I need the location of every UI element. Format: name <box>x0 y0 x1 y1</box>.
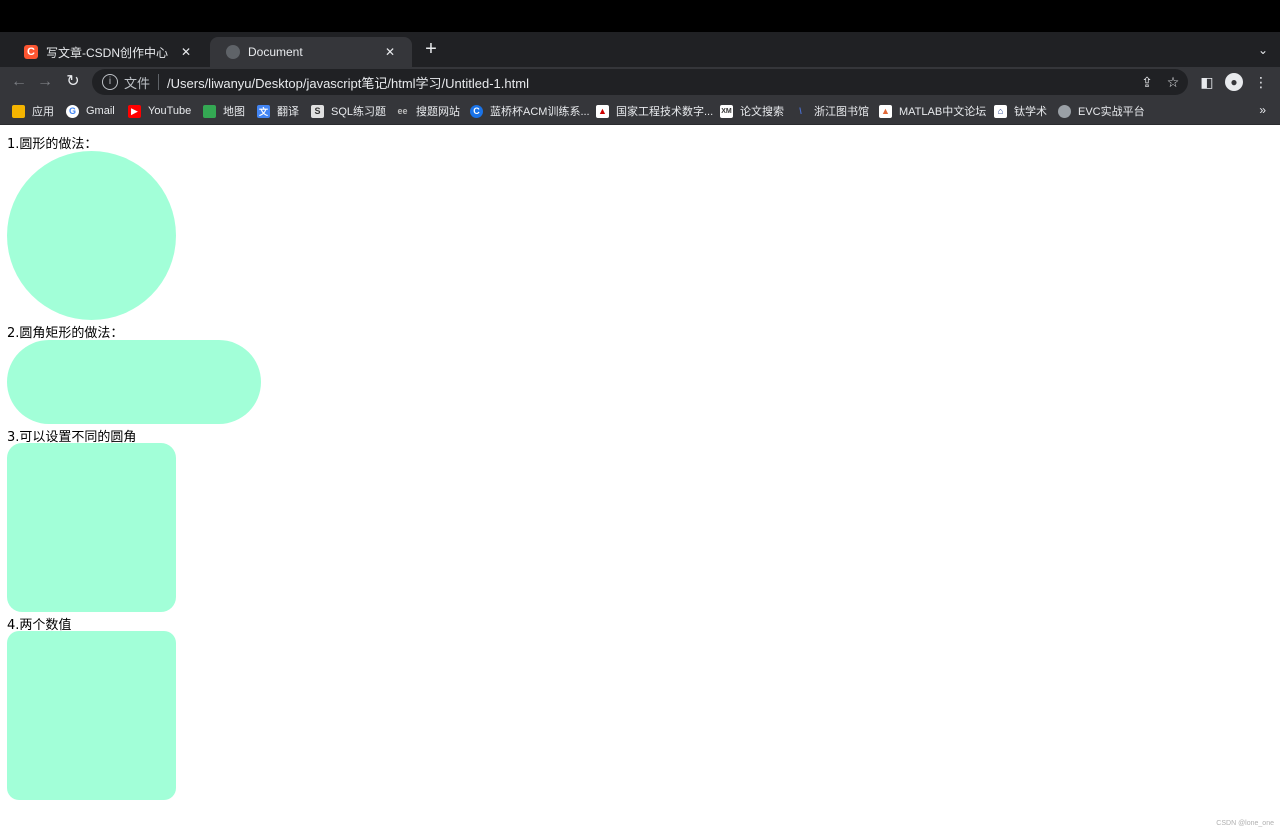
share-icon[interactable]: ⇪ <box>1136 69 1158 95</box>
side-panel-icon[interactable]: ◧ <box>1196 71 1218 93</box>
maps-icon <box>203 104 216 118</box>
tixueshu-icon: ⌂ <box>994 104 1007 118</box>
forward-arrow-icon[interactable]: → <box>34 71 56 93</box>
circle-shape <box>7 151 176 320</box>
bookmark-label: YouTube <box>148 105 192 117</box>
youtube-icon: ▶ <box>128 104 141 118</box>
apps-grid-icon <box>12 104 25 118</box>
globe-icon <box>226 45 240 59</box>
tab-document[interactable]: Document ✕ <box>210 37 412 67</box>
bookmark-item[interactable]: ▲ MATLAB中文论坛 <box>879 103 986 119</box>
csdn-logo-icon: C <box>24 45 38 59</box>
bookmark-label: 国家工程技术数字... <box>616 106 714 118</box>
bookmark-label: 应用 <box>32 106 54 118</box>
bookmark-label: EVC实战平台 <box>1078 106 1145 118</box>
bookmark-item[interactable]: XM 论文搜索 <box>720 103 784 119</box>
bookmark-item[interactable]: ▲ 国家工程技术数字... <box>596 103 713 119</box>
divider <box>158 74 160 90</box>
page-content: 1.圆形的做法： 2.圆角矩形的做法： 3.可以设置不同的圆角 4.两个数值 C… <box>0 125 1280 831</box>
bookmark-label: 钛学术 <box>1014 106 1047 118</box>
engineering-library-icon: ▲ <box>596 104 609 118</box>
paper-search-icon: XM <box>720 104 733 118</box>
tab-title: 写文章-CSDN创作中心 <box>46 45 168 60</box>
tab-strip: C 写文章-CSDN创作中心 ✕ Document ✕ <box>0 32 1280 67</box>
google-icon: G <box>66 104 79 118</box>
info-icon[interactable]: i <box>102 74 118 90</box>
bookmark-item[interactable]: \ 浙江图书馆 <box>794 103 869 119</box>
bookmark-item[interactable]: 地图 <box>203 103 245 119</box>
zhejiang-library-icon: \ <box>794 104 807 118</box>
profile-icon[interactable]: ● <box>1225 73 1243 91</box>
bookmark-item[interactable]: C 蓝桥杯ACM训练系... <box>470 103 590 119</box>
url-text[interactable]: /Users/liwanyu/Desktop/javascript笔记/html… <box>167 73 1188 92</box>
bookmark-label: SQL练习题 <box>331 106 387 118</box>
globe-icon <box>1058 104 1071 118</box>
new-tab-button[interactable]: + <box>420 38 442 60</box>
translate-icon: 文 <box>257 104 270 118</box>
star-icon[interactable]: ☆ <box>1162 69 1184 95</box>
tab-title: Document <box>248 45 303 59</box>
bookmark-item[interactable]: ⌂ 钛学术 <box>994 103 1047 119</box>
bookmark-label: 搜题网站 <box>416 106 460 118</box>
reload-icon[interactable]: ↻ <box>62 71 84 93</box>
bookmark-item[interactable]: ▶ YouTube <box>128 103 191 119</box>
watermark: CSDN @lone_one <box>1216 820 1274 827</box>
bookmark-item[interactable]: ee 搜题网站 <box>396 103 460 119</box>
lanqiao-icon: C <box>470 104 483 118</box>
bookmark-item[interactable]: 文翻译 <box>257 103 299 119</box>
bookmark-item[interactable]: G Gmail <box>66 103 115 119</box>
browser-toolbar: ← → ↻ i 文件 /Users/liwanyu/Desktop/javasc… <box>0 67 1280 97</box>
search-site-icon: ee <box>396 104 409 118</box>
bookmark-label: 地图 <box>223 106 245 118</box>
bookmark-label: 蓝桥杯ACM训练系... <box>490 106 590 118</box>
tab-csdn[interactable]: C 写文章-CSDN创作中心 ✕ <box>8 37 208 67</box>
bookmark-label: Gmail <box>86 105 115 117</box>
pill-shape <box>7 340 261 424</box>
bookmark-item[interactable]: EVC实战平台 <box>1058 103 1145 119</box>
bookmarks-bar: 应用 G Gmail ▶ YouTube 地图 文翻译 S SQL练习题 ee 搜题网站… <box>0 97 1280 125</box>
rounded-square-shape <box>7 443 176 612</box>
menu-dots-icon[interactable]: ⋮ <box>1250 71 1272 93</box>
system-top-bar <box>0 0 1280 32</box>
chevron-double-right-icon[interactable]: » <box>1259 103 1266 117</box>
address-bar[interactable]: i 文件 /Users/liwanyu/Desktop/javascript笔记… <box>92 69 1188 95</box>
matlab-icon: ▲ <box>879 104 892 118</box>
scheme-label: 文件 <box>124 75 151 91</box>
bookmark-label: MATLAB中文论坛 <box>899 106 987 118</box>
bookmark-item[interactable]: S SQL练习题 <box>311 103 386 119</box>
bookmark-label: 论文搜索 <box>740 106 784 118</box>
label-circle: 1.圆形的做法： <box>7 137 98 152</box>
chevron-down-icon[interactable]: ⌄ <box>1258 43 1268 57</box>
bookmark-label: 翻译 <box>277 106 299 118</box>
close-icon[interactable]: ✕ <box>178 44 194 60</box>
label-rounded-rect: 2.圆角矩形的做法： <box>7 326 124 341</box>
sql-icon: S <box>311 104 324 118</box>
back-arrow-icon[interactable]: ← <box>8 71 30 93</box>
rounded-square-shape <box>7 631 176 800</box>
close-icon[interactable]: ✕ <box>382 44 398 60</box>
bookmark-label: 浙江图书馆 <box>814 106 869 118</box>
bookmark-item[interactable]: 应用 <box>12 103 54 119</box>
